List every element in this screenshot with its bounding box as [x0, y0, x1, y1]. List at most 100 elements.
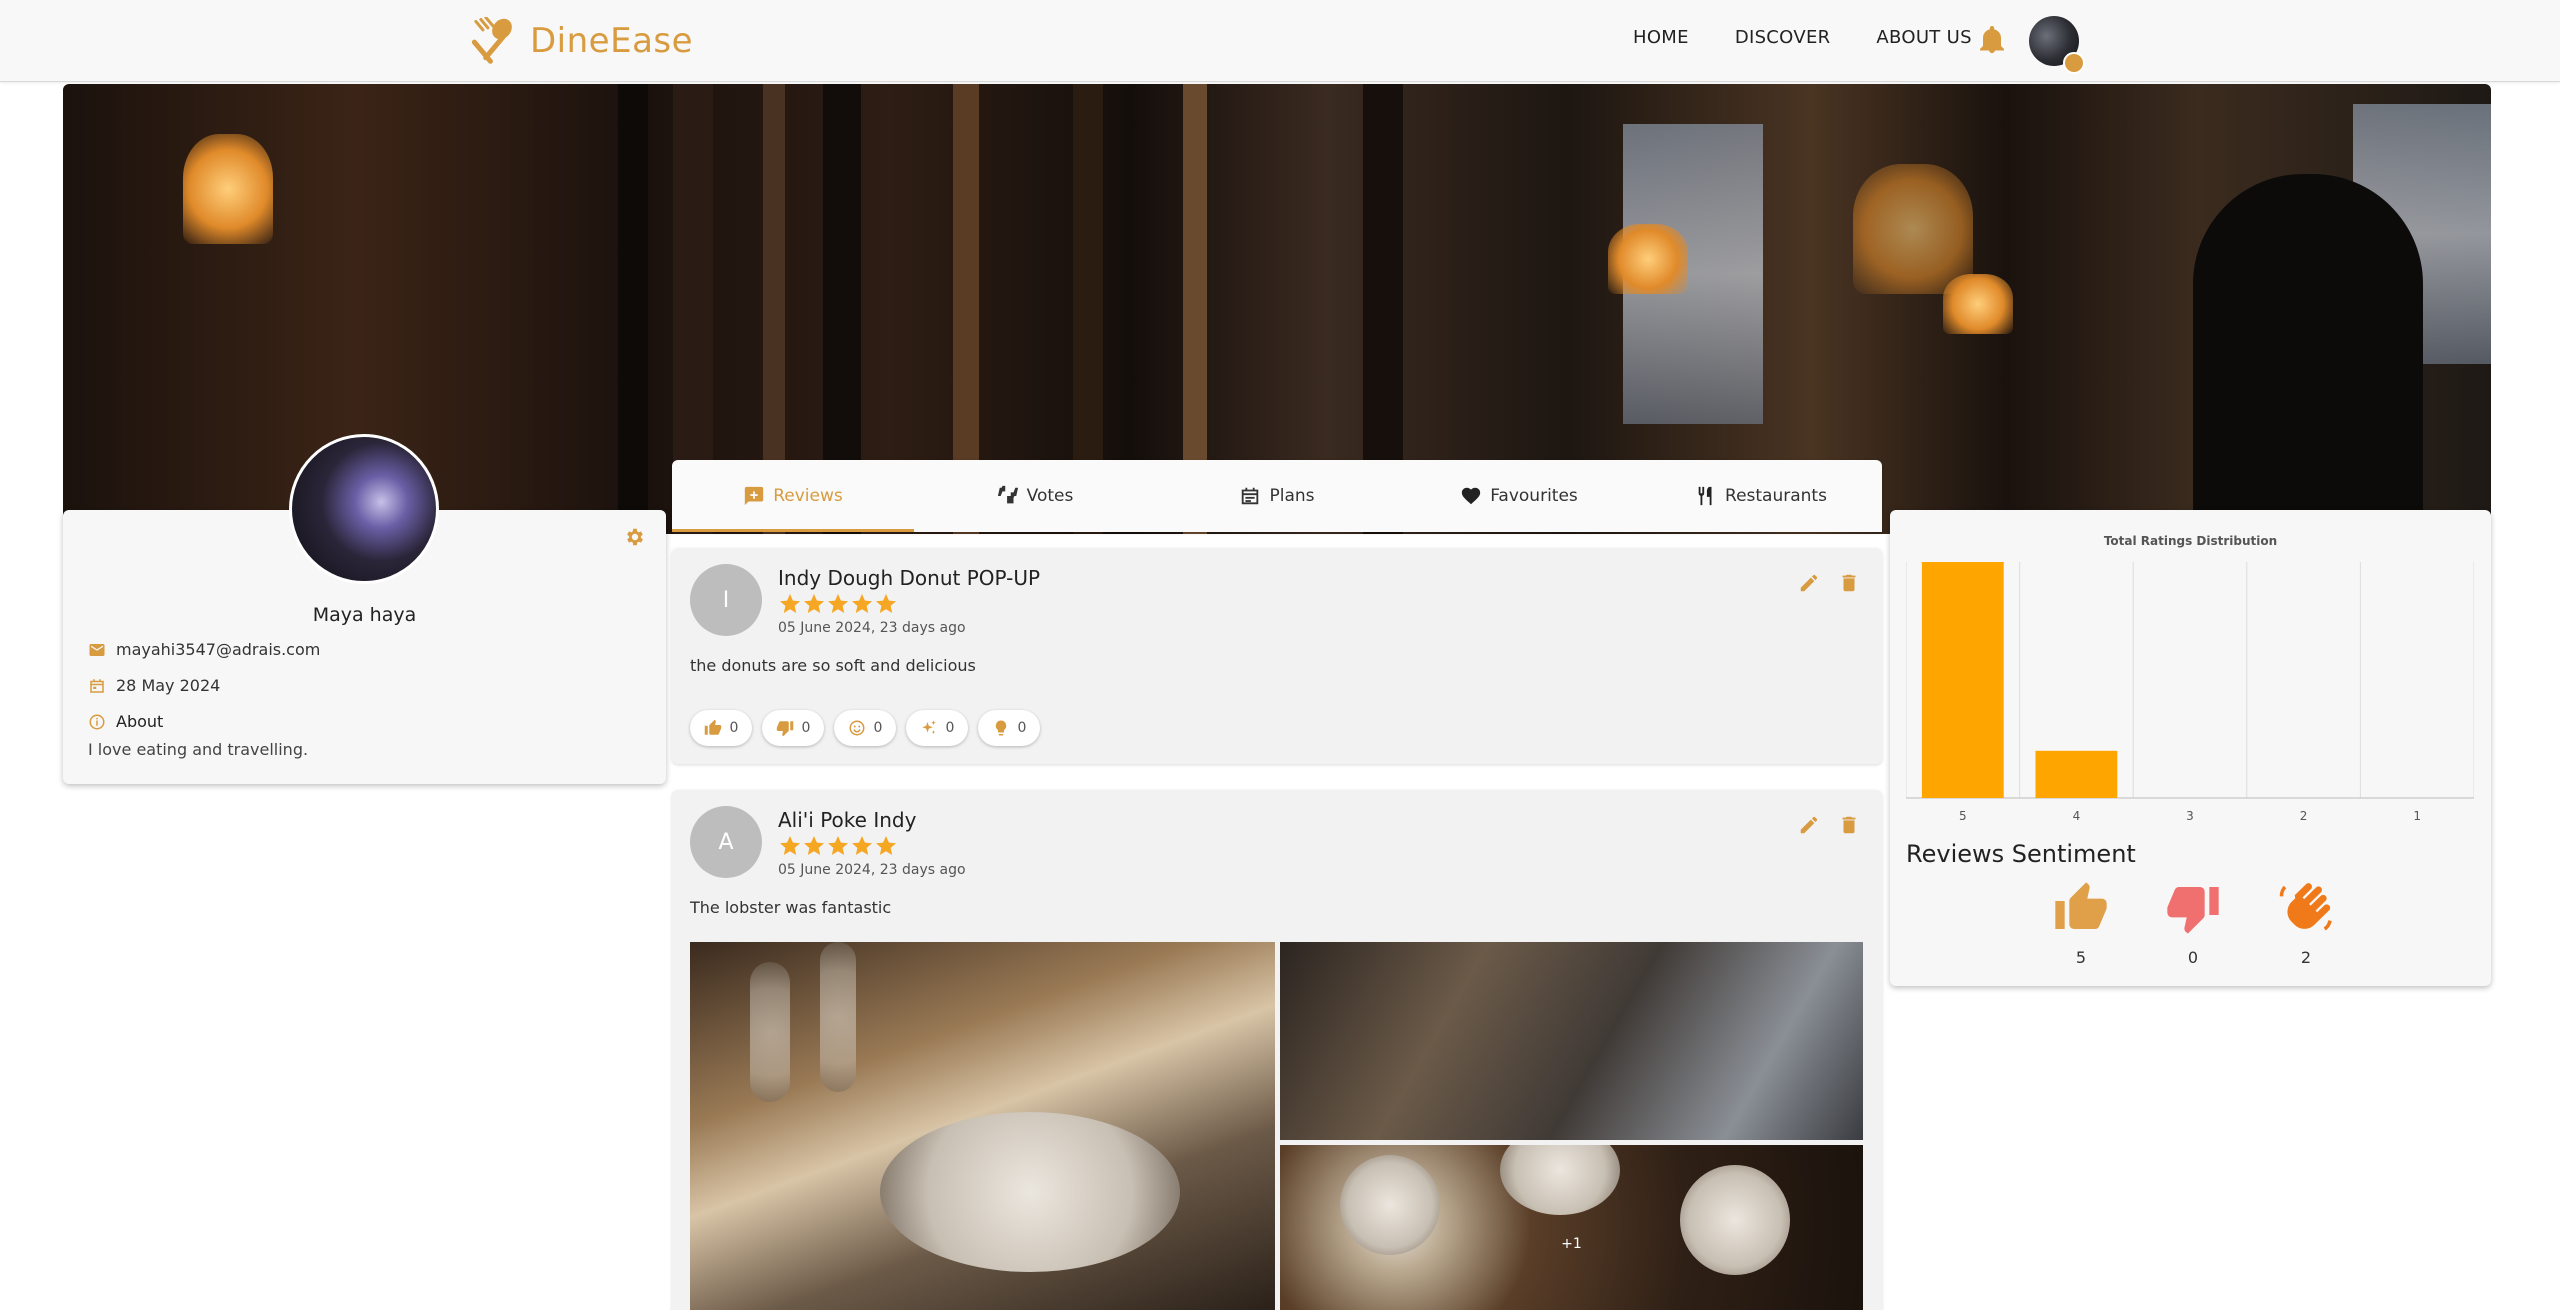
- chart-bar: [2035, 750, 2118, 798]
- tab-restaurants[interactable]: Restaurants: [1640, 460, 1882, 532]
- reaction-insight-button[interactable]: 0: [978, 710, 1040, 746]
- chart-bar: [1921, 562, 2004, 798]
- review-avatar: I: [690, 564, 762, 636]
- star-icon: [804, 594, 824, 613]
- review-restaurant-name[interactable]: Ali'i Poke Indy: [778, 808, 916, 832]
- chart-tick-label: 3: [2186, 809, 2194, 823]
- star-icon: [876, 594, 896, 613]
- reaction-dislike-count: 0: [801, 720, 811, 736]
- sentiment-positive: 5: [2041, 880, 2121, 967]
- waving-hand-icon: [2279, 883, 2332, 931]
- tab-plans-label: Plans: [1269, 486, 1315, 506]
- star-icon: [828, 594, 848, 613]
- review-photo[interactable]: [1280, 942, 1863, 1140]
- review-photo[interactable]: +1: [1280, 1145, 1863, 1310]
- review-restaurant-name[interactable]: Indy Dough Donut POP-UP: [778, 566, 1040, 590]
- profile-name: Maya haya: [312, 604, 417, 626]
- chart-tick-label: 1: [2413, 809, 2421, 823]
- sentiment-positive-count: 5: [2075, 948, 2087, 967]
- sentiment-neutral-count: 2: [2300, 948, 2312, 967]
- review-actions: [1780, 572, 1860, 594]
- thumbs-up-down-icon: [997, 485, 1018, 504]
- review-date: 05 June 2024, 23 days ago: [778, 620, 966, 636]
- sparkle-icon: [921, 720, 936, 734]
- brand-logo[interactable]: DineEase: [470, 16, 693, 66]
- main-nav: HOME DISCOVER ABOUT US: [1633, 27, 2018, 48]
- more-photos-label[interactable]: +1: [1280, 1145, 1863, 1310]
- ratings-distribution-chart: 5 4 3 2 1: [1906, 562, 2474, 823]
- chart-tick-label: 4: [2073, 809, 2081, 823]
- profile-email-row: mayahi3547@adrais.com: [88, 640, 320, 659]
- thumb-down-icon: [776, 721, 793, 737]
- chart-title: Total Ratings Distribution: [2103, 534, 2278, 548]
- profile-joined-row: 28 May 2024: [88, 676, 220, 695]
- review-text: The lobster was fantastic: [690, 898, 892, 917]
- edit-icon[interactable]: [1798, 572, 1820, 594]
- reaction-sparkle-count: 0: [945, 720, 955, 736]
- tab-favourites[interactable]: Favourites: [1398, 460, 1640, 532]
- calendar-icon: [90, 678, 104, 693]
- stats-card: Total Ratings Distribution 5 4 3 2 1 Reviews…: [1890, 510, 2491, 986]
- fork-spoon-icon: [471, 17, 512, 64]
- reaction-like-button[interactable]: 0: [690, 710, 752, 746]
- delete-icon[interactable]: [1838, 814, 1860, 836]
- sentiment-title: Reviews Sentiment: [1906, 840, 2136, 868]
- review-actions: [1780, 814, 1860, 836]
- mail-icon: [89, 643, 105, 656]
- chart-tick-label: 2: [2300, 809, 2308, 823]
- review-date: 05 June 2024, 23 days ago: [778, 862, 966, 878]
- gear-icon[interactable]: [624, 526, 646, 548]
- reaction-sparkle-button[interactable]: 0: [906, 710, 968, 746]
- profile-email: mayahi3547@adrais.com: [116, 640, 321, 659]
- edit-icon[interactable]: [1798, 814, 1820, 836]
- star-icon: [852, 836, 872, 855]
- review-avatar: A: [690, 806, 762, 878]
- review-photo-gallery: +1: [690, 942, 1863, 1310]
- star-icon: [780, 594, 800, 613]
- profile-about-label: About: [116, 712, 164, 731]
- sentiment-neutral: 2: [2266, 880, 2346, 967]
- top-navbar: DineEase HOME DISCOVER ABOUT US: [0, 0, 2560, 82]
- review-text: the donuts are so soft and delicious: [690, 656, 976, 675]
- review-card: A Ali'i Poke Indy 05 June 2024, 23 days …: [672, 790, 1882, 1310]
- review-rating-stars: [778, 834, 898, 858]
- rate-review-icon: [745, 486, 764, 506]
- sentiment-negative-count: 0: [2187, 948, 2199, 967]
- reaction-smile-count: 0: [873, 720, 883, 736]
- chart-tick-label: 5: [1959, 809, 1967, 823]
- reaction-smile-button[interactable]: 0: [834, 710, 896, 746]
- profile-about-row: About: [88, 712, 163, 731]
- tab-plans[interactable]: Plans: [1156, 460, 1398, 532]
- review-photo[interactable]: [690, 942, 1275, 1310]
- nav-about-link[interactable]: ABOUT US: [1876, 27, 1971, 48]
- profile-tabs: Reviews Votes Plans Favourites Restauran…: [672, 460, 1882, 532]
- lightbulb-icon: [995, 720, 1006, 736]
- star-icon: [780, 836, 800, 855]
- star-icon: [876, 836, 896, 855]
- star-icon: [828, 836, 848, 855]
- smile-icon: [849, 720, 865, 736]
- heart-icon: [1462, 487, 1481, 505]
- tab-votes[interactable]: Votes: [914, 460, 1156, 532]
- calendar-icon: [1242, 487, 1259, 505]
- info-icon: [89, 714, 105, 729]
- brand-name: DineEase: [530, 21, 694, 61]
- reaction-dislike-button[interactable]: 0: [762, 710, 824, 746]
- tab-favourites-label: Favourites: [1490, 486, 1578, 506]
- review-card: I Indy Dough Donut POP-UP 05 June 2024, …: [672, 548, 1882, 764]
- tab-votes-label: Votes: [1026, 486, 1074, 506]
- avatar-badge: [2063, 52, 2085, 74]
- nav-discover-link[interactable]: DISCOVER: [1735, 27, 1831, 48]
- review-reactions: 0 0 0 0 0: [690, 710, 1050, 746]
- delete-icon[interactable]: [1838, 572, 1860, 594]
- star-icon: [852, 594, 872, 613]
- nav-home-link[interactable]: HOME: [1633, 27, 1689, 48]
- bell-icon[interactable]: [1980, 26, 2004, 54]
- user-avatar[interactable]: [2029, 16, 2085, 74]
- profile-avatar[interactable]: [289, 434, 439, 584]
- tab-restaurants-label: Restaurants: [1725, 486, 1827, 506]
- profile-joined-date: 28 May 2024: [116, 676, 221, 695]
- reaction-like-count: 0: [729, 720, 739, 736]
- tab-reviews-label: Reviews: [773, 486, 843, 506]
- tab-reviews[interactable]: Reviews: [672, 460, 914, 532]
